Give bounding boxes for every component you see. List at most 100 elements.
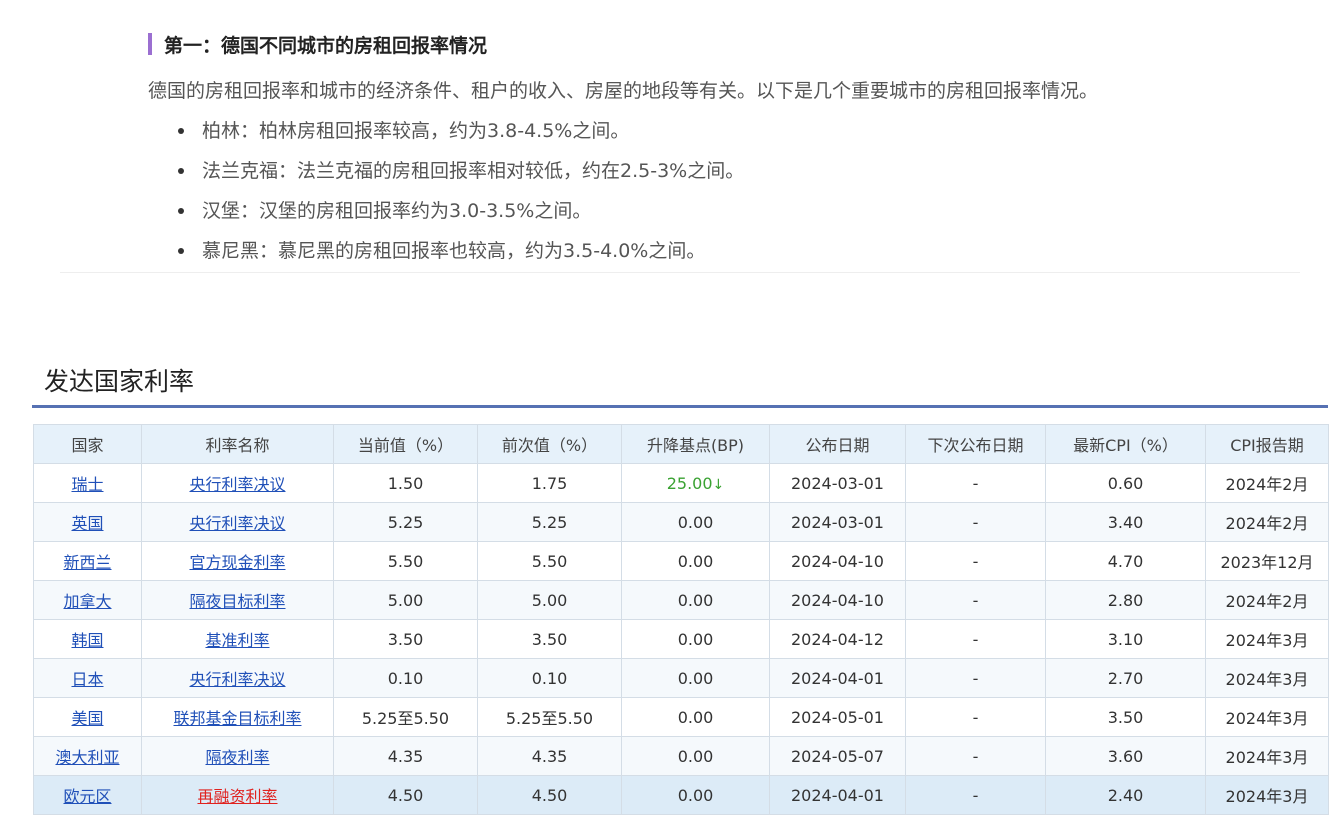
publish-date-cell: 2024-05-07 xyxy=(769,736,906,776)
list-item: 法兰克福：法兰克福的房租回报率相对较低，约在2.5-3%之间。 xyxy=(178,156,744,196)
bullet-icon xyxy=(178,248,184,254)
country-link[interactable]: 英国 xyxy=(71,514,103,533)
country-link[interactable]: 日本 xyxy=(71,670,103,689)
current-rate-cell: 5.25 xyxy=(333,502,478,542)
country-cell: 澳大利亚 xyxy=(33,736,142,776)
cpi-cell: 2.80 xyxy=(1045,580,1206,620)
cpi-period-value: 2024年3月 xyxy=(1225,787,1309,806)
rate-name-link[interactable]: 隔夜目标利率 xyxy=(189,592,285,611)
previous-rate-value: 1.75 xyxy=(531,473,568,493)
change-bp-cell: 0.00 xyxy=(621,619,770,659)
rate-name-link[interactable]: 央行利率决议 xyxy=(189,514,285,533)
rate-name-cell: 官方现金利率 xyxy=(141,541,334,581)
list-item-text: 汉堡：汉堡的房租回报率约为3.0-3.5%之间。 xyxy=(202,200,592,222)
current-rate-cell: 5.00 xyxy=(333,580,478,620)
cpi-value: 3.10 xyxy=(1107,629,1144,649)
cpi-period-value: 2023年12月 xyxy=(1220,553,1314,572)
country-link[interactable]: 美国 xyxy=(71,709,103,728)
publish-date-cell: 2024-04-01 xyxy=(769,775,906,815)
rate-name-link[interactable]: 官方现金利率 xyxy=(189,553,285,572)
column-header: 公布日期 xyxy=(769,424,906,464)
rate-name-link[interactable]: 基准利率 xyxy=(205,631,269,650)
previous-rate-value: 3.50 xyxy=(531,629,568,649)
publish-date-cell: 2024-04-12 xyxy=(769,619,906,659)
next-publish-date-cell: - xyxy=(905,502,1046,542)
rate-name-cell: 联邦基金目标利率 xyxy=(141,697,334,737)
country-link[interactable]: 新西兰 xyxy=(63,553,111,572)
change-bp-value: 0.00 xyxy=(677,590,714,610)
rate-name-link[interactable]: 联邦基金目标利率 xyxy=(173,709,301,728)
column-header: 下次公布日期 xyxy=(905,424,1046,464)
country-link[interactable]: 欧元区 xyxy=(63,787,111,806)
rate-name-link[interactable]: 央行利率决议 xyxy=(189,475,285,494)
rate-name-cell: 基准利率 xyxy=(141,619,334,659)
cpi-period-cell: 2024年2月 xyxy=(1205,463,1329,503)
country-cell: 日本 xyxy=(33,658,142,698)
current-rate-cell: 5.50 xyxy=(333,541,478,581)
cpi-period-cell: 2024年3月 xyxy=(1205,658,1329,698)
bullet-icon xyxy=(178,128,184,134)
current-rate-cell: 4.35 xyxy=(333,736,478,776)
change-bp-cell: 0.00 xyxy=(621,697,770,737)
cpi-value: 2.70 xyxy=(1107,668,1144,688)
publish-date-value: 2024-04-10 xyxy=(791,551,884,571)
table-row: 日本 央行利率决议 0.10 0.10 0.00 2024-04-01 - 2.70 2024年… xyxy=(33,658,1329,698)
table-row: 瑞士 央行利率决议 1.50 1.75 25.00↓ 2024-03-01 - 0.60 202… xyxy=(33,463,1329,503)
column-header: 利率名称 xyxy=(141,424,334,464)
section-heading: 第一：德国不同城市的房租回报率情况 xyxy=(148,30,487,58)
cpi-value: 4.70 xyxy=(1107,551,1144,571)
country-cell: 欧元区 xyxy=(33,775,142,815)
current-rate-value: 5.50 xyxy=(387,551,424,571)
next-publish-date-value: - xyxy=(972,707,979,727)
cpi-period-value: 2024年2月 xyxy=(1225,514,1309,533)
rates-table-body: 瑞士 央行利率决议 1.50 1.75 25.00↓ 2024-03-01-0.60 202… xyxy=(33,463,1329,815)
previous-rate-value: 5.25至5.50 xyxy=(505,709,594,728)
cpi-value: 0.60 xyxy=(1107,473,1144,493)
table-row: 加拿大 隔夜目标利率 5.00 5.00 0.00 2024-04-10 - 2.80 2024… xyxy=(33,580,1329,620)
change-bp-value: 0.00 xyxy=(677,668,714,688)
rates-section-title: 发达国家利率 xyxy=(44,367,195,396)
table-header-row: 国家 利率名称 当前值（%） 前次值（%） 升降基点(BP) 公布日期 下次公布… xyxy=(33,424,1329,464)
section-heading-text: 第一：德国不同城市的房租回报率情况 xyxy=(164,34,488,57)
current-rate-value: 0.10 xyxy=(387,668,424,688)
previous-rate-cell: 4.35 xyxy=(477,736,622,776)
publish-date-cell: 2024-03-01 xyxy=(769,502,906,542)
country-link[interactable]: 加拿大 xyxy=(63,592,111,611)
rate-name-cell: 隔夜目标利率 xyxy=(141,580,334,620)
rate-name-cell: 央行利率决议 xyxy=(141,502,334,542)
list-item: 柏林：柏林房租回报率较高，约为3.8-4.5%之间。 xyxy=(178,116,744,156)
next-publish-date-cell: - xyxy=(905,658,1046,698)
rate-name-link[interactable]: 隔夜利率 xyxy=(205,748,269,767)
change-bp-cell: 0.00 xyxy=(621,775,770,815)
column-header: 前次值（%） xyxy=(477,424,622,464)
rates-table: 国家 利率名称 当前值（%） 前次值（%） 升降基点(BP) 公布日期 下次公布… xyxy=(33,424,1329,815)
country-link[interactable]: 韩国 xyxy=(71,631,103,650)
change-bp-cell: 25.00↓ xyxy=(621,463,770,503)
next-publish-date-cell: - xyxy=(905,463,1046,503)
previous-rate-value: 5.50 xyxy=(531,551,568,571)
rate-name-link[interactable]: 再融资利率 xyxy=(197,787,277,806)
cpi-period-value: 2024年3月 xyxy=(1225,709,1309,728)
bullet-icon xyxy=(178,168,184,174)
rate-name-cell: 央行利率决议 xyxy=(141,658,334,698)
publish-date-value: 2024-04-10 xyxy=(791,590,884,610)
previous-rate-cell: 5.50 xyxy=(477,541,622,581)
previous-rate-value: 0.10 xyxy=(531,668,568,688)
next-publish-date-cell: - xyxy=(905,541,1046,581)
cpi-period-cell: 2024年2月 xyxy=(1205,580,1329,620)
cpi-cell: 3.50 xyxy=(1045,697,1206,737)
country-cell: 英国 xyxy=(33,502,142,542)
change-bp-value: 0.00 xyxy=(677,785,714,805)
rate-name-link[interactable]: 央行利率决议 xyxy=(189,670,285,689)
publish-date-value: 2024-04-01 xyxy=(791,668,884,688)
change-bp-cell: 0.00 xyxy=(621,658,770,698)
country-link[interactable]: 瑞士 xyxy=(71,475,103,494)
next-publish-date-cell: - xyxy=(905,580,1046,620)
previous-rate-cell: 5.25至5.50 xyxy=(477,697,622,737)
current-rate-cell: 3.50 xyxy=(333,619,478,659)
country-link[interactable]: 澳大利亚 xyxy=(55,748,119,767)
column-header: 当前值（%） xyxy=(333,424,478,464)
current-rate-value: 1.50 xyxy=(387,473,424,493)
publish-date-cell: 2024-03-01 xyxy=(769,463,906,503)
current-rate-value: 4.35 xyxy=(387,746,424,766)
